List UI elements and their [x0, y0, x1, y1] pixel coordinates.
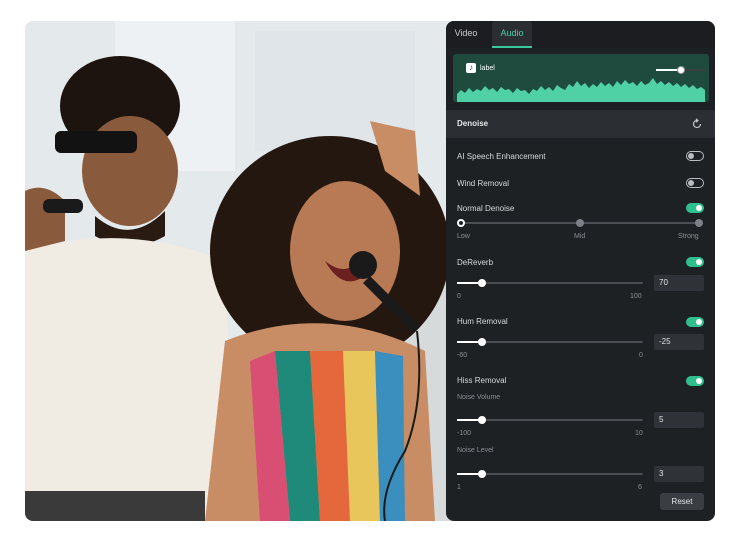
hiss-removal-toggle[interactable] — [686, 376, 704, 386]
hiss-removal-label: Hiss Removal — [457, 376, 507, 385]
noise-level-slider[interactable] — [457, 470, 643, 478]
noise-level-knob[interactable] — [478, 470, 486, 478]
hum-removal-slider[interactable] — [457, 338, 643, 346]
waveform — [457, 78, 705, 102]
hum-removal-knob[interactable] — [478, 338, 486, 346]
hum-removal-value-input[interactable]: -25 — [654, 334, 704, 350]
audio-clip[interactable]: ♪ label — [453, 54, 709, 102]
dereverb-label: DeReverb — [457, 258, 494, 267]
reset-icon[interactable] — [691, 118, 703, 130]
toggle-dot — [696, 205, 702, 211]
dereverb-knob[interactable] — [478, 279, 486, 287]
tab-bar: Video Audio — [446, 21, 715, 48]
toggle-dot — [696, 259, 702, 265]
normal-denoise-slider[interactable] — [457, 219, 703, 227]
level-stop-strong[interactable] — [695, 219, 703, 227]
noise-volume-min: -100 — [457, 430, 472, 437]
hum-removal-label: Hum Removal — [457, 317, 508, 326]
level-label-strong: Strong — [678, 233, 699, 240]
noise-volume-label: Noise Volume — [457, 394, 501, 401]
noise-level-min: 1 — [457, 484, 461, 491]
dereverb-max: 100 — [630, 293, 642, 300]
noise-level-value-input[interactable]: 3 — [654, 466, 704, 482]
noise-volume-slider[interactable] — [457, 416, 643, 424]
toggle-dot — [688, 153, 694, 159]
preview-photo — [25, 21, 465, 521]
normal-denoise-label: Normal Denoise — [457, 204, 515, 213]
ai-speech-toggle[interactable] — [686, 151, 704, 161]
wind-removal-label: Wind Removal — [457, 179, 510, 188]
level-stop-mid[interactable] — [576, 219, 584, 227]
dereverb-min: 0 — [457, 293, 461, 300]
dereverb-slider[interactable] — [457, 279, 643, 287]
noise-volume-max: 10 — [635, 430, 643, 437]
level-label-mid: Mid — [574, 233, 586, 240]
hum-removal-max: 0 — [639, 352, 643, 359]
noise-volume-knob[interactable] — [478, 416, 486, 424]
hum-removal-min: -60 — [457, 352, 468, 359]
dereverb-toggle[interactable] — [686, 257, 704, 267]
normal-denoise-toggle[interactable] — [686, 203, 704, 213]
ai-speech-label: AI Speech Enhancement — [457, 152, 546, 161]
toggle-dot — [696, 378, 702, 384]
toggle-dot — [696, 319, 702, 325]
noise-level-label: Noise Level — [457, 447, 494, 454]
toggle-dot — [688, 180, 694, 186]
reset-button[interactable]: Reset — [660, 493, 704, 510]
hum-removal-toggle[interactable] — [686, 317, 704, 327]
audio-settings-panel: Video Audio ♪ label Denoise AI Speech En… — [446, 21, 715, 521]
clip-volume-slider[interactable] — [656, 66, 706, 74]
denoise-title: Denoise — [457, 119, 489, 128]
noise-level-max: 6 — [638, 484, 642, 491]
noise-volume-value-input[interactable]: 5 — [654, 412, 704, 428]
tab-video[interactable]: Video — [446, 21, 486, 48]
denoise-header: Denoise — [446, 110, 715, 138]
level-stop-low[interactable] — [457, 219, 465, 227]
clip-label: label — [480, 64, 495, 72]
wind-removal-toggle[interactable] — [686, 178, 704, 188]
dereverb-value-input[interactable]: 70 — [654, 275, 704, 291]
tab-audio[interactable]: Audio — [492, 21, 532, 48]
waveform-shape — [457, 78, 705, 102]
level-label-low: Low — [457, 233, 470, 240]
